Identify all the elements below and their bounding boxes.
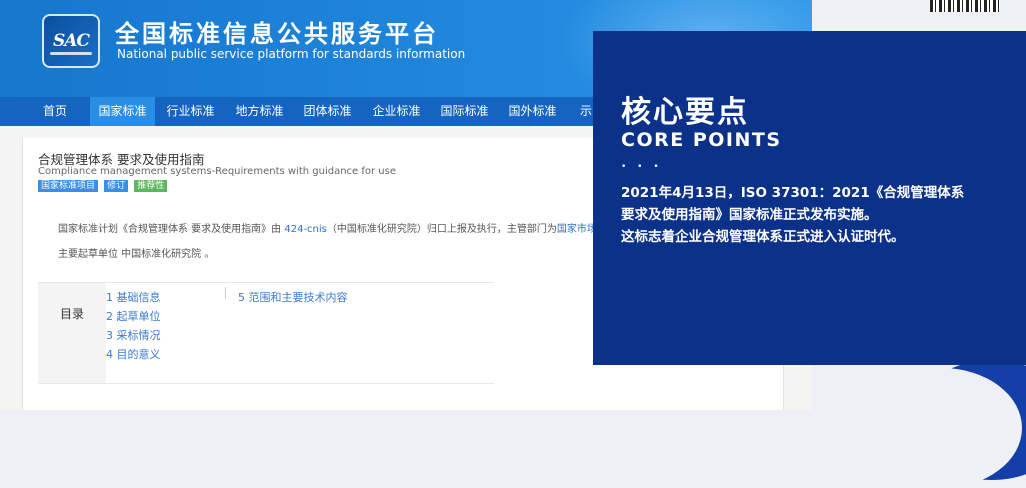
tag-recommended: 推荐性 xyxy=(134,180,168,192)
nav-item-enterprise-standards[interactable]: 企业标准 xyxy=(364,97,429,126)
toc-item-scope[interactable]: 5 范围和主要技术内容 xyxy=(238,289,348,305)
logo-swoosh xyxy=(50,52,92,55)
committee-link[interactable]: 424-cnis xyxy=(284,224,327,235)
tag-revision: 修订 xyxy=(104,180,129,192)
table-of-contents: 目录 1 基础信息 5 范围和主要技术内容 2 起草单位 3 采标情况 4 目的… xyxy=(38,282,494,384)
decorative-swoop-mask xyxy=(862,368,1022,488)
sac-logo[interactable]: SAC xyxy=(42,14,100,68)
panel-title: 核心要点 xyxy=(621,95,749,130)
standard-english-title: Compliance management systems-Requiremen… xyxy=(38,166,397,177)
toc-item-purpose[interactable]: 4 目的意义 xyxy=(106,346,161,362)
nav-item-national-standards[interactable]: 国家标准 xyxy=(90,97,155,126)
tag-national-project: 国家标准项目 xyxy=(38,180,99,192)
core-points-panel: 核心要点 CORE POINTS • • • 2021年4月13日，ISO 37… xyxy=(593,31,1026,365)
desc-prefix: 国家标准计划《合规管理体系 要求及使用指南》由 xyxy=(58,224,285,235)
site-title: 全国标准信息公共服务平台 xyxy=(115,20,439,48)
nav-item-group-standards[interactable]: 团体标准 xyxy=(295,97,360,126)
logo-text: SAC xyxy=(53,31,90,51)
nav-item-industry-standards[interactable]: 行业标准 xyxy=(158,97,223,126)
panel-line: 要求及使用指南》国家标准正式发布实施。 xyxy=(621,207,878,223)
toc-divider xyxy=(225,287,226,299)
panel-line: 2021年4月13日，ISO 37301：2021《合规管理体系 xyxy=(621,185,965,201)
standard-tags: 国家标准项目 修订 推荐性 xyxy=(38,180,168,193)
toc-item-basic-info[interactable]: 1 基础信息 xyxy=(106,289,161,305)
toc-item-adoption[interactable]: 3 采标情况 xyxy=(106,327,161,343)
nav-item-foreign-standards[interactable]: 国外标准 xyxy=(500,97,565,126)
desc-middle: （中国标准化研究院）归口上报及执行，主管部门为 xyxy=(326,224,557,235)
nav-item-home[interactable]: 首页 xyxy=(30,97,80,126)
panel-line: 这标志着企业合规管理体系正式进入认证时代。 xyxy=(621,229,905,245)
toc-item-drafting-units[interactable]: 2 起草单位 xyxy=(106,308,161,324)
drafting-unit: 主要起草单位 中国标准化研究院 。 xyxy=(58,249,215,260)
nav-item-local-standards[interactable]: 地方标准 xyxy=(227,97,292,126)
plan-description: 国家标准计划《合规管理体系 要求及使用指南》由 424-cnis（中国标准化研究… xyxy=(58,220,647,235)
panel-subtitle: CORE POINTS xyxy=(621,129,782,151)
qr-code-fragment xyxy=(930,0,1000,12)
site-subtitle: National public service platform for sta… xyxy=(117,47,466,61)
panel-dots: • • • xyxy=(621,162,663,172)
panel-body: 2021年4月13日，ISO 37301：2021《合规管理体系 要求及使用指南… xyxy=(621,182,1016,248)
toc-label: 目录 xyxy=(38,283,106,383)
nav-item-international-standards[interactable]: 国际标准 xyxy=(432,97,497,126)
